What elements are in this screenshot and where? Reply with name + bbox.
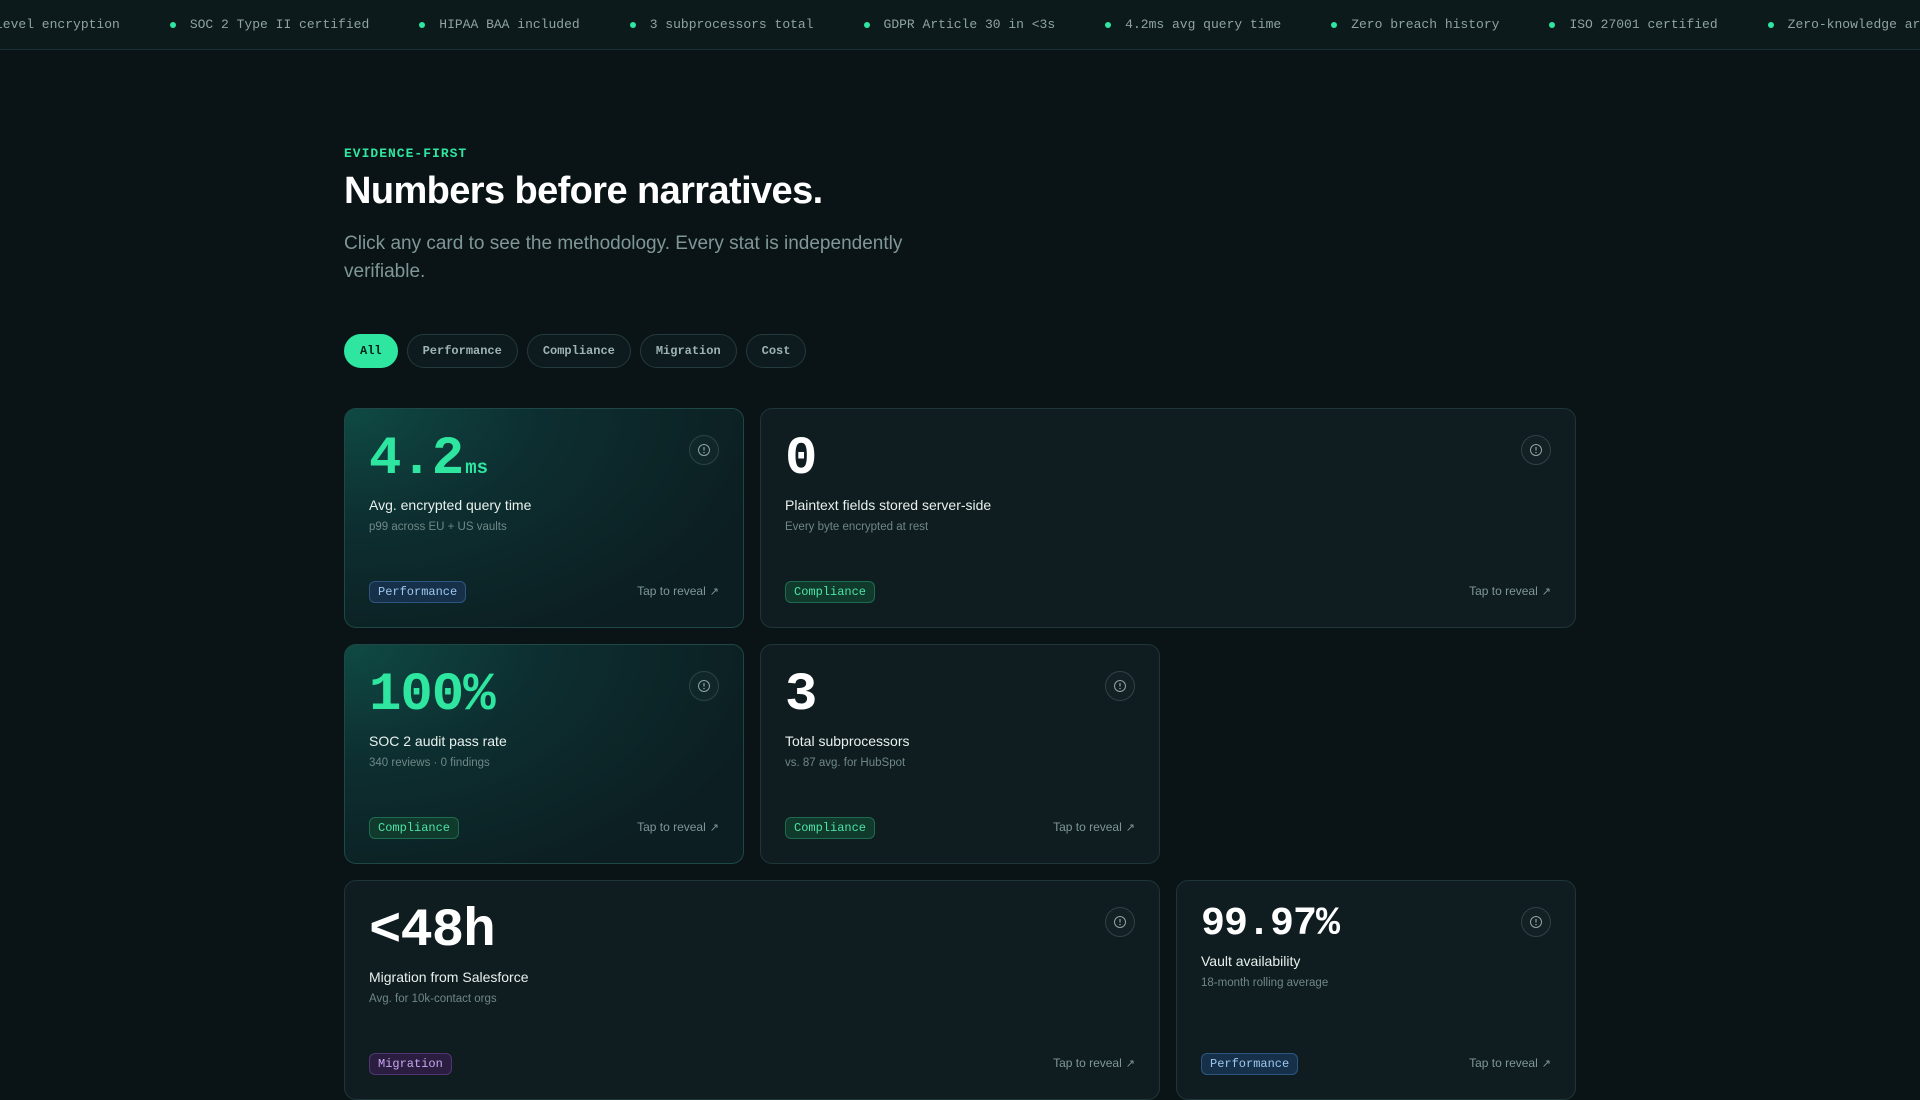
arrow-up-right-icon: ↗ (1125, 822, 1135, 834)
stat-card-subprocessors[interactable]: 3 Total subprocessors vs. 87 avg. for Hu… (760, 644, 1160, 864)
ticker-item: Zero-knowledge architecture (1718, 17, 1920, 32)
category-tag: Performance (1201, 1053, 1299, 1075)
reveal-label: Tap to reveal (1469, 584, 1538, 598)
stat-card-vault-availability[interactable]: 99.97% Vault availability 18-month rolli… (1176, 880, 1576, 1100)
filter-performance[interactable]: Performance (406, 334, 518, 368)
info-icon[interactable] (1105, 907, 1135, 937)
reveal-label: Tap to reveal (637, 820, 706, 834)
stat-number: <48h (369, 901, 496, 962)
bullet-dot-icon (1105, 21, 1112, 28)
reveal-label: Tap to reveal (1053, 1056, 1122, 1070)
ticker-item: 3 subprocessors total (580, 17, 814, 32)
category-tag: Performance (369, 581, 467, 603)
stat-label: Plaintext fields stored server-side (785, 497, 992, 513)
stat-number: 4.2 (369, 429, 464, 490)
stat-value: 100% (369, 665, 496, 727)
stat-number: 3 (785, 665, 817, 726)
ticker-item-label: SOC 2 Type II certified (189, 17, 370, 32)
tap-to-reveal-link[interactable]: Tap to reveal ↗ (637, 584, 719, 598)
stat-value: 99.97% (1201, 902, 1340, 948)
stat-number: 99.97% (1201, 902, 1340, 947)
filter-all[interactable]: All (344, 334, 398, 368)
ticker-item-label: ISO 27001 certified (1569, 17, 1718, 32)
tap-to-reveal-link[interactable]: Tap to reveal ↗ (1053, 1056, 1135, 1070)
ticker-item: ISO 27001 certified (1499, 17, 1718, 32)
ticker-item-label: level encryption (0, 17, 120, 32)
bullet-dot-icon (863, 21, 870, 28)
stat-value: 4.2 ms (369, 429, 488, 499)
info-icon[interactable] (689, 671, 719, 701)
stat-note: p99 across EU + US vaults (369, 521, 507, 533)
ticker-item-label: 4.2ms avg query time (1125, 17, 1282, 32)
stat-number: 100% (369, 665, 496, 726)
tap-to-reveal-link[interactable]: Tap to reveal ↗ (1469, 1056, 1551, 1070)
stat-label: Total subprocessors (785, 733, 910, 749)
bullet-dot-icon (629, 21, 636, 28)
stats-ticker: level encryption SOC 2 Type II certified… (0, 0, 1920, 50)
tap-to-reveal-link[interactable]: Tap to reveal ↗ (1053, 820, 1135, 834)
ticker-item: GDPR Article 30 in <3s (814, 17, 1056, 32)
ticker-item: HIPAA BAA included (369, 17, 580, 32)
arrow-up-right-icon: ↗ (1125, 1058, 1135, 1070)
category-tag: Compliance (785, 817, 876, 839)
ticker-item: level encryption (0, 17, 120, 32)
category-tag: Migration (369, 1053, 452, 1075)
stat-card-query-time[interactable]: 4.2 ms Avg. encrypted query time p99 acro… (344, 408, 744, 628)
stat-unit: ms (465, 457, 489, 479)
bullet-dot-icon (419, 21, 426, 28)
ticker-item-label: HIPAA BAA included (439, 17, 580, 32)
stat-card-migration[interactable]: <48h Migration from Salesforce Avg. for … (344, 880, 1160, 1100)
ticker-item: Zero breach history (1281, 17, 1499, 32)
arrow-up-right-icon: ↗ (709, 586, 719, 598)
bullet-dot-icon (1549, 21, 1556, 28)
info-icon[interactable] (1105, 671, 1135, 701)
stat-label: SOC 2 audit pass rate (369, 733, 507, 749)
ticker-item-label: 3 subprocessors total (649, 17, 814, 32)
ticker-item-label: Zero breach history (1351, 17, 1500, 32)
ticker-item: SOC 2 Type II certified (120, 17, 369, 32)
category-tag: Compliance (785, 581, 876, 603)
stat-label: Migration from Salesforce (369, 969, 529, 985)
info-icon[interactable] (1521, 907, 1551, 937)
stat-number: 0 (785, 429, 817, 490)
reveal-label: Tap to reveal (1053, 820, 1122, 834)
stat-card-plaintext-fields[interactable]: 0 Plaintext fields stored server-side Ev… (760, 408, 1576, 628)
ticker-item-label: GDPR Article 30 in <3s (883, 17, 1056, 32)
stat-value: 0 (785, 429, 817, 491)
tap-to-reveal-link[interactable]: Tap to reveal ↗ (1469, 584, 1551, 598)
info-icon[interactable] (1521, 435, 1551, 465)
stat-value: <48h (369, 901, 496, 963)
stat-note: vs. 87 avg. for HubSpot (785, 757, 906, 769)
page-title: Numbers before narratives. (344, 170, 823, 212)
filter-compliance[interactable]: Compliance (526, 334, 631, 368)
arrow-up-right-icon: ↗ (1541, 586, 1551, 598)
ticker-item: 4.2ms avg query time (1055, 17, 1281, 32)
info-icon[interactable] (689, 435, 719, 465)
reveal-label: Tap to reveal (637, 584, 706, 598)
reveal-label: Tap to reveal (1469, 1056, 1538, 1070)
stat-note: Every byte encrypted at rest (785, 521, 929, 533)
stat-card-soc2-pass-rate[interactable]: 100% SOC 2 audit pass rate 340 reviews ·… (344, 644, 744, 864)
tap-to-reveal-link[interactable]: Tap to reveal ↗ (637, 820, 719, 834)
category-tag: Compliance (369, 817, 460, 839)
stat-note: Avg. for 10k-contact orgs (369, 993, 497, 1005)
stat-note: 18-month rolling average (1201, 977, 1329, 989)
bullet-dot-icon (1767, 21, 1774, 28)
arrow-up-right-icon: ↗ (709, 822, 719, 834)
stat-label: Vault availability (1201, 953, 1301, 969)
filter-pills: All Performance Compliance Migration Cos… (344, 334, 807, 368)
ticker-item-label: Zero-knowledge architecture (1787, 17, 1920, 32)
bullet-dot-icon (1331, 21, 1338, 28)
stat-note: 340 reviews · 0 findings (369, 757, 490, 769)
section-eyebrow: EVIDENCE-FIRST (344, 146, 468, 161)
bullet-dot-icon (169, 21, 176, 28)
arrow-up-right-icon: ↗ (1541, 1058, 1551, 1070)
page-subtitle: Click any card to see the methodology. E… (344, 233, 903, 282)
filter-migration[interactable]: Migration (639, 334, 737, 368)
stat-label: Avg. encrypted query time (369, 497, 532, 513)
stat-value: 3 (785, 665, 817, 727)
ticker-track: level encryption SOC 2 Type II certified… (0, 0, 1920, 49)
filter-cost[interactable]: Cost (745, 334, 807, 368)
